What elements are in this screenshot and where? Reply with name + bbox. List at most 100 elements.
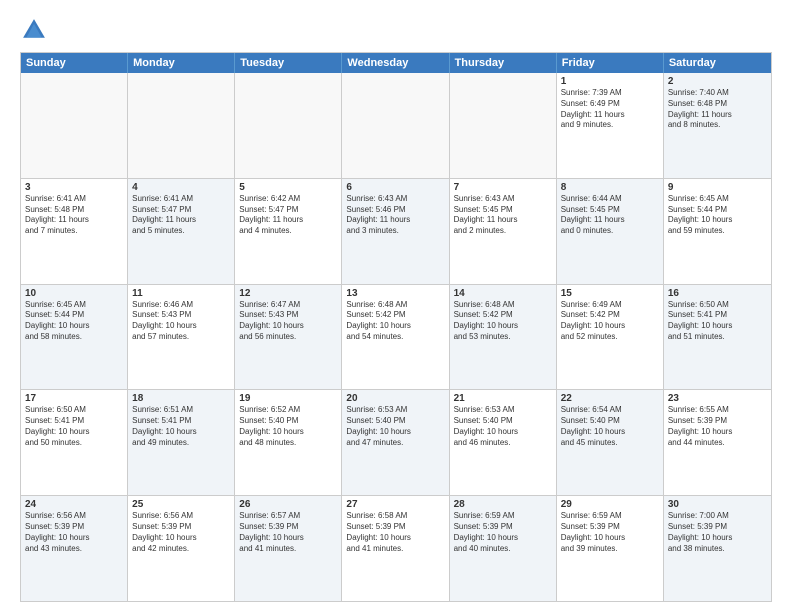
day-number-18: 18 — [132, 393, 230, 404]
day-number-5: 5 — [239, 182, 337, 193]
day-number-13: 13 — [346, 288, 444, 299]
weekday-header-thursday: Thursday — [450, 53, 557, 73]
day-cell-25: 25Sunrise: 6:56 AM Sunset: 5:39 PM Dayli… — [128, 496, 235, 601]
day-info-19: Sunrise: 6:52 AM Sunset: 5:40 PM Dayligh… — [239, 405, 337, 448]
day-cell-4: 4Sunrise: 6:41 AM Sunset: 5:47 PM Daylig… — [128, 179, 235, 284]
day-number-2: 2 — [668, 76, 767, 87]
day-cell-11: 11Sunrise: 6:46 AM Sunset: 5:43 PM Dayli… — [128, 285, 235, 390]
day-cell-26: 26Sunrise: 6:57 AM Sunset: 5:39 PM Dayli… — [235, 496, 342, 601]
calendar-row-0: 1Sunrise: 7:39 AM Sunset: 6:49 PM Daylig… — [21, 73, 771, 178]
day-cell-10: 10Sunrise: 6:45 AM Sunset: 5:44 PM Dayli… — [21, 285, 128, 390]
day-number-6: 6 — [346, 182, 444, 193]
day-number-17: 17 — [25, 393, 123, 404]
calendar-row-1: 3Sunrise: 6:41 AM Sunset: 5:48 PM Daylig… — [21, 178, 771, 284]
day-info-3: Sunrise: 6:41 AM Sunset: 5:48 PM Dayligh… — [25, 194, 123, 237]
logo — [20, 16, 52, 44]
day-cell-9: 9Sunrise: 6:45 AM Sunset: 5:44 PM Daylig… — [664, 179, 771, 284]
day-number-25: 25 — [132, 499, 230, 510]
day-info-24: Sunrise: 6:56 AM Sunset: 5:39 PM Dayligh… — [25, 511, 123, 554]
day-number-3: 3 — [25, 182, 123, 193]
day-info-10: Sunrise: 6:45 AM Sunset: 5:44 PM Dayligh… — [25, 300, 123, 343]
day-number-26: 26 — [239, 499, 337, 510]
day-info-11: Sunrise: 6:46 AM Sunset: 5:43 PM Dayligh… — [132, 300, 230, 343]
day-info-30: Sunrise: 7:00 AM Sunset: 5:39 PM Dayligh… — [668, 511, 767, 554]
day-cell-30: 30Sunrise: 7:00 AM Sunset: 5:39 PM Dayli… — [664, 496, 771, 601]
day-number-8: 8 — [561, 182, 659, 193]
calendar: SundayMondayTuesdayWednesdayThursdayFrid… — [20, 52, 772, 602]
day-number-12: 12 — [239, 288, 337, 299]
day-cell-6: 6Sunrise: 6:43 AM Sunset: 5:46 PM Daylig… — [342, 179, 449, 284]
day-cell-2: 2Sunrise: 7:40 AM Sunset: 6:48 PM Daylig… — [664, 73, 771, 178]
day-cell-18: 18Sunrise: 6:51 AM Sunset: 5:41 PM Dayli… — [128, 390, 235, 495]
day-number-28: 28 — [454, 499, 552, 510]
day-number-15: 15 — [561, 288, 659, 299]
day-cell-8: 8Sunrise: 6:44 AM Sunset: 5:45 PM Daylig… — [557, 179, 664, 284]
calendar-row-4: 24Sunrise: 6:56 AM Sunset: 5:39 PM Dayli… — [21, 495, 771, 601]
day-number-10: 10 — [25, 288, 123, 299]
day-number-21: 21 — [454, 393, 552, 404]
day-number-29: 29 — [561, 499, 659, 510]
weekday-header-tuesday: Tuesday — [235, 53, 342, 73]
day-number-7: 7 — [454, 182, 552, 193]
empty-cell-0-0 — [21, 73, 128, 178]
day-info-28: Sunrise: 6:59 AM Sunset: 5:39 PM Dayligh… — [454, 511, 552, 554]
day-cell-24: 24Sunrise: 6:56 AM Sunset: 5:39 PM Dayli… — [21, 496, 128, 601]
empty-cell-0-4 — [450, 73, 557, 178]
calendar-row-2: 10Sunrise: 6:45 AM Sunset: 5:44 PM Dayli… — [21, 284, 771, 390]
empty-cell-0-1 — [128, 73, 235, 178]
day-info-18: Sunrise: 6:51 AM Sunset: 5:41 PM Dayligh… — [132, 405, 230, 448]
day-info-12: Sunrise: 6:47 AM Sunset: 5:43 PM Dayligh… — [239, 300, 337, 343]
weekday-header-saturday: Saturday — [664, 53, 771, 73]
day-info-27: Sunrise: 6:58 AM Sunset: 5:39 PM Dayligh… — [346, 511, 444, 554]
day-cell-5: 5Sunrise: 6:42 AM Sunset: 5:47 PM Daylig… — [235, 179, 342, 284]
day-number-11: 11 — [132, 288, 230, 299]
empty-cell-0-3 — [342, 73, 449, 178]
day-info-15: Sunrise: 6:49 AM Sunset: 5:42 PM Dayligh… — [561, 300, 659, 343]
day-info-9: Sunrise: 6:45 AM Sunset: 5:44 PM Dayligh… — [668, 194, 767, 237]
day-number-14: 14 — [454, 288, 552, 299]
day-info-21: Sunrise: 6:53 AM Sunset: 5:40 PM Dayligh… — [454, 405, 552, 448]
day-info-6: Sunrise: 6:43 AM Sunset: 5:46 PM Dayligh… — [346, 194, 444, 237]
day-info-29: Sunrise: 6:59 AM Sunset: 5:39 PM Dayligh… — [561, 511, 659, 554]
day-number-22: 22 — [561, 393, 659, 404]
weekday-header-monday: Monday — [128, 53, 235, 73]
day-number-1: 1 — [561, 76, 659, 87]
day-cell-13: 13Sunrise: 6:48 AM Sunset: 5:42 PM Dayli… — [342, 285, 449, 390]
calendar-row-3: 17Sunrise: 6:50 AM Sunset: 5:41 PM Dayli… — [21, 389, 771, 495]
day-info-2: Sunrise: 7:40 AM Sunset: 6:48 PM Dayligh… — [668, 88, 767, 131]
day-number-4: 4 — [132, 182, 230, 193]
weekday-header-sunday: Sunday — [21, 53, 128, 73]
day-cell-20: 20Sunrise: 6:53 AM Sunset: 5:40 PM Dayli… — [342, 390, 449, 495]
calendar-body: 1Sunrise: 7:39 AM Sunset: 6:49 PM Daylig… — [21, 73, 771, 601]
day-cell-23: 23Sunrise: 6:55 AM Sunset: 5:39 PM Dayli… — [664, 390, 771, 495]
day-number-27: 27 — [346, 499, 444, 510]
weekday-header-friday: Friday — [557, 53, 664, 73]
day-cell-22: 22Sunrise: 6:54 AM Sunset: 5:40 PM Dayli… — [557, 390, 664, 495]
calendar-header: SundayMondayTuesdayWednesdayThursdayFrid… — [21, 53, 771, 73]
day-cell-3: 3Sunrise: 6:41 AM Sunset: 5:48 PM Daylig… — [21, 179, 128, 284]
day-info-1: Sunrise: 7:39 AM Sunset: 6:49 PM Dayligh… — [561, 88, 659, 131]
day-cell-16: 16Sunrise: 6:50 AM Sunset: 5:41 PM Dayli… — [664, 285, 771, 390]
day-info-8: Sunrise: 6:44 AM Sunset: 5:45 PM Dayligh… — [561, 194, 659, 237]
day-cell-29: 29Sunrise: 6:59 AM Sunset: 5:39 PM Dayli… — [557, 496, 664, 601]
day-cell-12: 12Sunrise: 6:47 AM Sunset: 5:43 PM Dayli… — [235, 285, 342, 390]
day-info-4: Sunrise: 6:41 AM Sunset: 5:47 PM Dayligh… — [132, 194, 230, 237]
day-info-22: Sunrise: 6:54 AM Sunset: 5:40 PM Dayligh… — [561, 405, 659, 448]
day-cell-21: 21Sunrise: 6:53 AM Sunset: 5:40 PM Dayli… — [450, 390, 557, 495]
day-info-13: Sunrise: 6:48 AM Sunset: 5:42 PM Dayligh… — [346, 300, 444, 343]
day-cell-14: 14Sunrise: 6:48 AM Sunset: 5:42 PM Dayli… — [450, 285, 557, 390]
day-number-20: 20 — [346, 393, 444, 404]
day-number-19: 19 — [239, 393, 337, 404]
day-info-5: Sunrise: 6:42 AM Sunset: 5:47 PM Dayligh… — [239, 194, 337, 237]
day-cell-1: 1Sunrise: 7:39 AM Sunset: 6:49 PM Daylig… — [557, 73, 664, 178]
day-info-23: Sunrise: 6:55 AM Sunset: 5:39 PM Dayligh… — [668, 405, 767, 448]
day-cell-19: 19Sunrise: 6:52 AM Sunset: 5:40 PM Dayli… — [235, 390, 342, 495]
day-number-30: 30 — [668, 499, 767, 510]
day-cell-15: 15Sunrise: 6:49 AM Sunset: 5:42 PM Dayli… — [557, 285, 664, 390]
logo-icon — [20, 16, 48, 44]
day-info-26: Sunrise: 6:57 AM Sunset: 5:39 PM Dayligh… — [239, 511, 337, 554]
day-info-16: Sunrise: 6:50 AM Sunset: 5:41 PM Dayligh… — [668, 300, 767, 343]
page: SundayMondayTuesdayWednesdayThursdayFrid… — [0, 0, 792, 612]
day-number-24: 24 — [25, 499, 123, 510]
day-cell-7: 7Sunrise: 6:43 AM Sunset: 5:45 PM Daylig… — [450, 179, 557, 284]
